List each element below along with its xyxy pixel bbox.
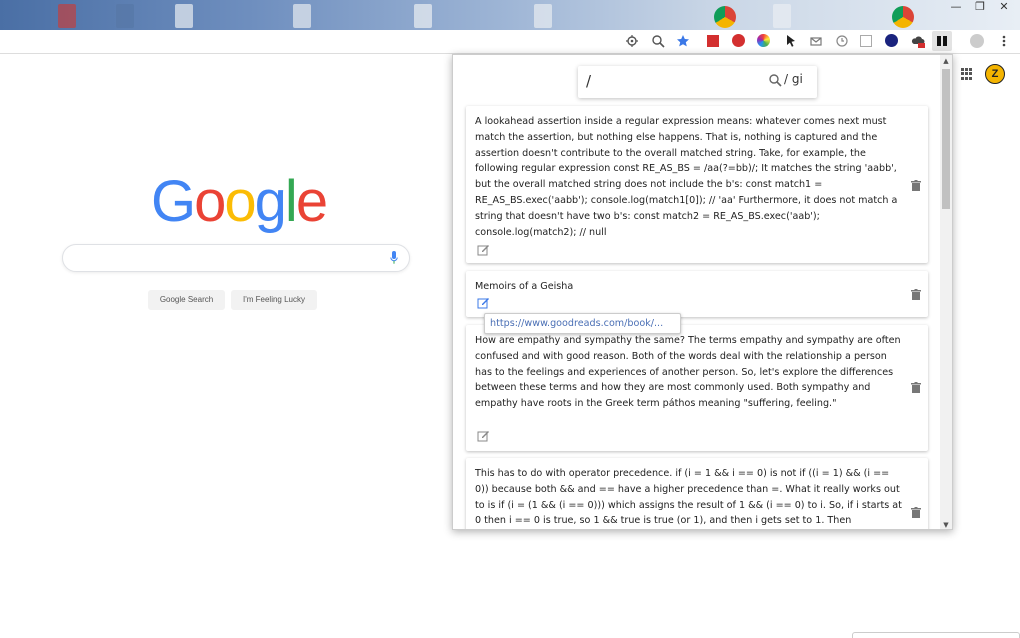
note-text: Memoirs of a Geisha [475,281,574,292]
extension-mail-icon[interactable] [808,34,823,49]
extension-badge-icon[interactable] [732,34,747,49]
note-text: This has to do with operator precedence.… [475,468,902,527]
maximize-button[interactable]: ❐ [968,0,992,16]
extension-red-icon[interactable] [706,34,721,49]
bottom-panel-edge [852,632,1020,638]
window-controls: — ❐ ✕ [944,0,1016,18]
extension-cursor-icon[interactable] [783,34,798,49]
minimize-button[interactable]: — [944,0,968,16]
feeling-lucky-button[interactable]: I'm Feeling Lucky [231,290,317,310]
note-card[interactable]: Memoirs of a Geisha [466,271,928,317]
desktop-file-icon[interactable] [773,4,791,28]
logo-letter: l [284,169,298,234]
close-button[interactable]: ✕ [992,0,1016,16]
logo-letter: e [295,169,328,234]
regex-search-input[interactable]: / / gi [578,66,817,98]
browser-toolbar [0,30,1020,54]
extension-cloud-icon[interactable] [910,34,925,49]
logo-letter: o [224,169,256,234]
popup-scrollbar[interactable]: ▲ ▼ [940,55,952,529]
scroll-down-arrow[interactable]: ▼ [940,519,952,529]
extension-notes-active-icon[interactable] [932,31,952,51]
bookmark-star-icon[interactable] [675,34,690,49]
scrollbar-thumb[interactable] [942,69,950,209]
search-query-text: / [586,72,592,90]
note-text: A lookahead assertion inside a regular e… [475,116,898,238]
trash-icon[interactable] [911,382,921,393]
regex-flags[interactable]: / gi [784,72,803,86]
google-search-button[interactable]: Google Search [148,290,225,310]
desktop-file-icon[interactable] [175,4,193,28]
google-logo: Google [151,168,328,235]
desktop-file-icon[interactable] [58,4,76,28]
desktop-chrome-icon[interactable] [892,6,914,28]
extension-globe-icon[interactable] [885,34,900,49]
zoom-icon[interactable] [650,34,665,49]
search-icon[interactable] [768,73,782,87]
extension-clock-icon[interactable] [834,34,849,49]
desktop-background: — ❐ ✕ [0,0,1020,30]
note-text: How are empathy and sympathy the same? T… [475,335,901,410]
account-avatar[interactable]: Z [985,64,1005,84]
desktop-chrome-icon[interactable] [714,6,736,28]
desktop-file-icon[interactable] [414,4,432,28]
logo-letter: g [254,169,287,234]
desktop-file-icon[interactable] [293,4,311,28]
microphone-icon[interactable] [390,251,398,265]
notes-extension-popup: / / gi A lookahead assertion inside a re… [452,54,953,530]
note-card[interactable]: A lookahead assertion inside a regular e… [466,106,928,263]
logo-letter: G [151,169,196,234]
google-search-input[interactable] [62,244,410,272]
profile-icon[interactable] [970,34,985,49]
trash-icon[interactable] [911,507,921,518]
edit-icon[interactable] [477,429,490,442]
note-card[interactable]: This has to do with operator precedence.… [466,458,928,529]
apps-grid-icon[interactable] [961,68,973,80]
scroll-up-arrow[interactable]: ▲ [940,55,952,67]
desktop-file-icon[interactable] [116,4,134,28]
menu-kebab-icon[interactable] [996,34,1011,49]
trash-icon[interactable] [911,180,921,191]
edit-icon[interactable] [477,243,490,256]
edit-link-icon[interactable] [477,296,490,309]
extension-color-wheel-icon[interactable] [757,34,772,49]
logo-letter: o [194,169,226,234]
link-tooltip[interactable]: https://www.goodreads.com/book/... [484,313,681,334]
extension-grid-icon[interactable] [859,34,874,49]
trash-icon[interactable] [911,289,921,300]
location-icon[interactable] [624,34,639,49]
desktop-file-icon[interactable] [534,4,552,28]
note-card[interactable]: How are empathy and sympathy the same? T… [466,325,928,451]
